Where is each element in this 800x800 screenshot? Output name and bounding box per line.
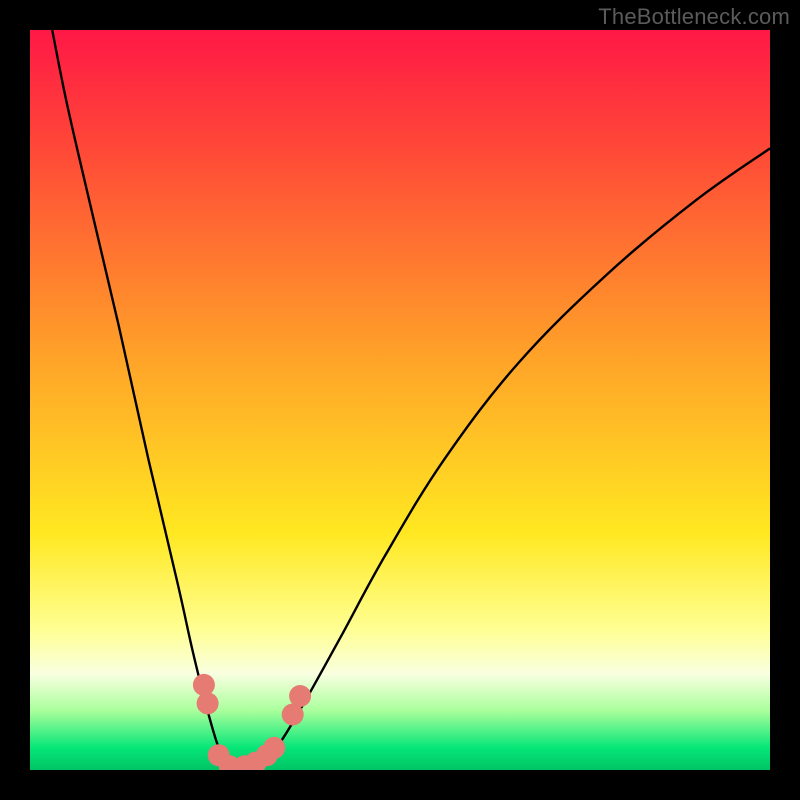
data-marker: [289, 685, 311, 707]
data-marker: [193, 674, 215, 696]
curve-layer: [30, 30, 770, 770]
chart-frame: TheBottleneck.com: [0, 0, 800, 800]
plot-area: [30, 30, 770, 770]
data-marker: [197, 692, 219, 714]
bottleneck-curve: [52, 30, 770, 770]
data-marker: [263, 737, 285, 759]
watermark-text: TheBottleneck.com: [598, 4, 790, 30]
